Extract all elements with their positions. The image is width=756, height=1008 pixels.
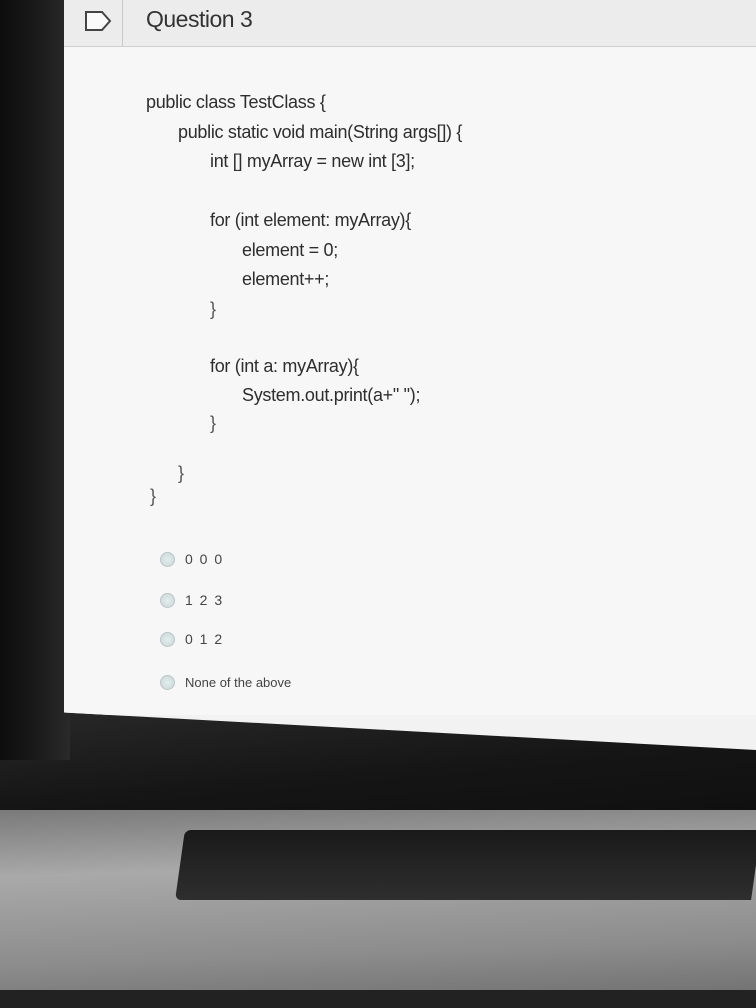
code-line: for (int element: myArray){ <box>210 210 411 230</box>
answer-label: None of the above <box>185 675 292 690</box>
answer-option[interactable]: 1 2 3 <box>160 592 224 608</box>
code-line: element = 0; <box>242 240 338 260</box>
answer-label: 0 0 0 <box>185 551 224 567</box>
code-line: System.out.print(a+" "); <box>242 385 421 405</box>
answer-option[interactable]: 0 0 0 <box>160 551 224 567</box>
answer-label: 1 2 3 <box>185 592 224 608</box>
answer-option[interactable]: 0 1 2 <box>160 631 224 647</box>
question-title: Question 3 <box>146 6 253 32</box>
code-line: } <box>178 463 184 483</box>
answer-option[interactable]: None of the above <box>160 675 291 690</box>
radio-button[interactable] <box>160 551 175 567</box>
answer-label: 0 1 2 <box>185 631 224 647</box>
code-line: } <box>210 299 216 319</box>
question-header: Question 3 <box>64 0 756 47</box>
screen: Question 3 public class TestClass { publ… <box>64 0 756 750</box>
code-line: for (int a: myArray){ <box>210 356 359 376</box>
radio-button[interactable] <box>160 631 175 647</box>
code-line: int [] myArray = new int [3]; <box>210 151 415 171</box>
laptop-hinge <box>175 830 756 900</box>
laptop-base-edge <box>0 990 756 1008</box>
question-body: public class TestClass { public static v… <box>64 47 756 715</box>
radio-button[interactable] <box>160 592 175 608</box>
flag-icon[interactable] <box>84 10 112 32</box>
radio-button[interactable] <box>160 675 175 690</box>
code-line: } <box>210 413 216 433</box>
header-divider <box>122 0 123 46</box>
code-line: } <box>150 486 156 506</box>
code-line: public static void main(String args[]) { <box>178 122 463 142</box>
laptop-bezel-left <box>0 0 70 760</box>
code-line: element++; <box>242 269 330 289</box>
code-line: public class TestClass { <box>146 92 326 112</box>
